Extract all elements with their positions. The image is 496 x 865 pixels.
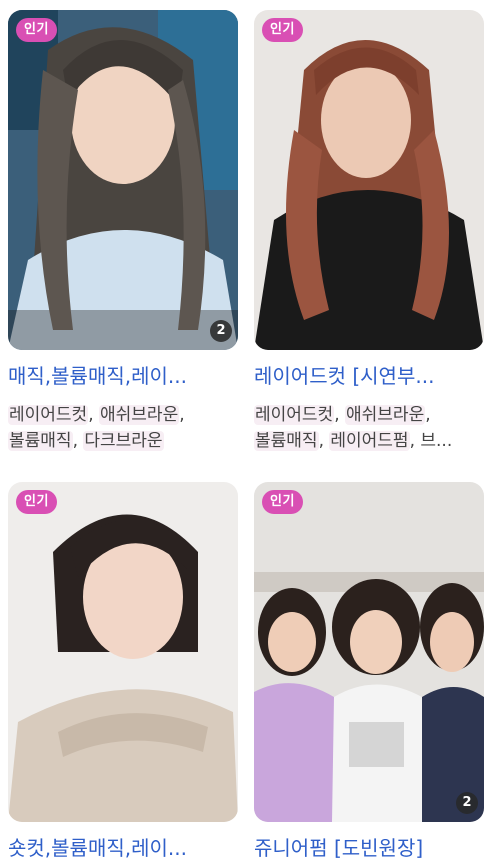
style-title[interactable]: 매직,볼륨매직,레이... bbox=[8, 362, 238, 390]
tag-line-2: 볼륨매직, 다크브라운 bbox=[8, 431, 164, 451]
tag-chip[interactable]: 애쉬브라운 bbox=[345, 405, 426, 425]
hair-photo-image bbox=[254, 10, 484, 350]
popular-badge: 인기 bbox=[262, 490, 303, 514]
style-title[interactable]: 레이어드컷 [시연부... bbox=[254, 362, 484, 390]
hair-photo-image bbox=[8, 10, 238, 350]
style-photo-2[interactable]: 인기 bbox=[254, 10, 484, 350]
tag-line-1: 레이어드컷, 애쉬브라운, bbox=[8, 405, 185, 425]
tag-chip[interactable]: 레이어드컷 bbox=[8, 405, 89, 425]
tag-chip[interactable]: 다크브라운 bbox=[83, 431, 164, 451]
popular-badge: 인기 bbox=[16, 490, 57, 514]
style-gallery-grid: 인기 2 매직,볼륨매직,레이... 레이어드컷, 애쉬브라운, 볼륨매직, 다… bbox=[0, 0, 496, 865]
tag-overflow: 브... bbox=[420, 431, 453, 451]
hair-photo-image bbox=[254, 482, 484, 822]
style-title[interactable]: 쥬니어펌 [도빈원장] bbox=[254, 834, 484, 862]
tag-line-2: 볼륨매직, 레이어드펌, 브... bbox=[254, 431, 453, 451]
photo-count-badge: 2 bbox=[210, 320, 232, 342]
popular-badge: 인기 bbox=[16, 18, 57, 42]
tag-chip[interactable]: 볼륨매직 bbox=[254, 431, 319, 451]
popular-badge: 인기 bbox=[262, 18, 303, 42]
tag-chip[interactable]: 레이어드컷 bbox=[254, 405, 335, 425]
tag-chip[interactable]: 레이어드펌 bbox=[329, 431, 410, 451]
style-photo-3[interactable]: 인기 bbox=[8, 482, 238, 822]
style-tags: 레이어드컷, 애쉬브라운, 볼륨매직, 다크브라운 bbox=[8, 402, 238, 454]
tag-chip[interactable]: 애쉬브라운 bbox=[99, 405, 180, 425]
style-photo-4[interactable]: 인기 2 bbox=[254, 482, 484, 822]
style-title[interactable]: 숏컷,볼륨매직,레이... bbox=[8, 834, 238, 862]
style-tags: 레이어드컷, 애쉬브라운, 볼륨매직, 레이어드펌, 브... bbox=[254, 402, 484, 454]
tag-line-1: 레이어드컷, 애쉬브라운, bbox=[254, 405, 431, 425]
photo-count-badge: 2 bbox=[456, 792, 478, 814]
tag-chip[interactable]: 볼륨매직 bbox=[8, 431, 73, 451]
style-photo-1[interactable]: 인기 2 bbox=[8, 10, 238, 350]
hair-photo-image bbox=[8, 482, 238, 822]
